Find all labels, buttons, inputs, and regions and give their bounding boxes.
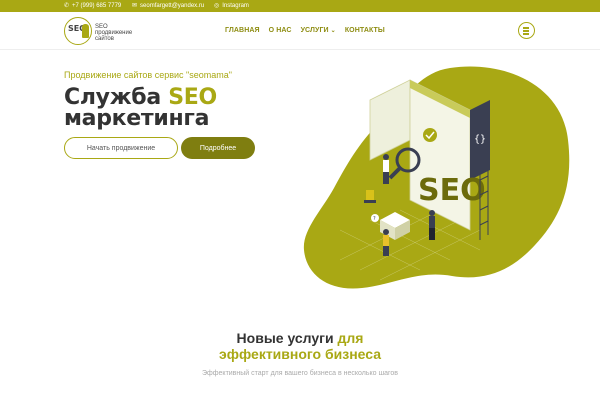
more-info-button[interactable]: Подробнее <box>181 137 255 159</box>
topbar-instagram[interactable]: ◎ Instagram <box>214 1 249 11</box>
main-nav: ГЛАВНАЯ О НАС УСЛУГИ ⌄ КОНТАКТЫ <box>225 27 385 34</box>
section-title-accent: для <box>337 330 364 346</box>
mail-icon: ✉ <box>132 3 138 9</box>
seo-3d-text: SEO <box>418 173 486 208</box>
topbar-email-text: seomfargett@yandex.ru <box>140 3 205 9</box>
hero-illustration: {} SEO ? <box>303 60 570 289</box>
hero-title-line2: маркетинга <box>64 106 210 131</box>
burger-line <box>523 27 529 29</box>
seo-letters: SEO <box>418 173 486 208</box>
topbar-email[interactable]: ✉ seomfargett@yandex.ru <box>132 1 204 11</box>
topbar-phone[interactable]: ✆ +7 (999) 685 7779 <box>64 1 121 11</box>
nav-item-about[interactable]: О НАС <box>269 27 292 34</box>
chevron-down-icon: ⌄ <box>330 28 336 34</box>
section-title-part1: Новые услуги <box>236 330 338 346</box>
nav-item-contacts[interactable]: КОНТАКТЫ <box>345 27 385 34</box>
section-title-line2: эффективного бизнеса <box>218 346 382 362</box>
question-icon: ? <box>373 216 376 222</box>
burger-line <box>523 33 529 35</box>
burger-line <box>523 30 529 32</box>
menu-burger-button[interactable] <box>518 22 535 39</box>
section-description: Эффективный старт для вашего бизнеса в н… <box>201 370 399 377</box>
logo-caption-line3: сайтов <box>95 36 114 42</box>
person-right <box>429 210 435 240</box>
nav-item-services[interactable]: УСЛУГИ ⌄ <box>301 27 336 34</box>
person-bottom <box>383 229 389 256</box>
topbar-phone-text: +7 (999) 685 7779 <box>72 3 122 9</box>
nav-item-home[interactable]: ГЛАВНАЯ <box>225 27 260 34</box>
nav-item-services-label: УСЛУГИ <box>300 27 329 34</box>
section-title-line1: Новые услуги для <box>0 330 600 346</box>
screen-panel-code: {} <box>470 100 490 180</box>
phone-icon: ✆ <box>64 3 70 9</box>
instagram-icon: ◎ <box>214 3 220 9</box>
top-contact-bar: ✆ +7 (999) 685 7779 ✉ seomfargett@yandex… <box>0 0 600 12</box>
code-braces-icon: {} <box>474 134 486 145</box>
logo[interactable]: SEO <box>64 17 92 45</box>
start-promotion-button[interactable]: Начать продвижение <box>64 137 178 159</box>
hero-subtitle: Продвижение сайтов сервис "seomama" <box>64 70 232 80</box>
logo-figure-icon <box>82 24 89 38</box>
topbar-instagram-text: Instagram <box>222 3 249 9</box>
person-left <box>383 154 389 184</box>
logo-caption: SEO продвижение сайтов <box>95 24 132 42</box>
